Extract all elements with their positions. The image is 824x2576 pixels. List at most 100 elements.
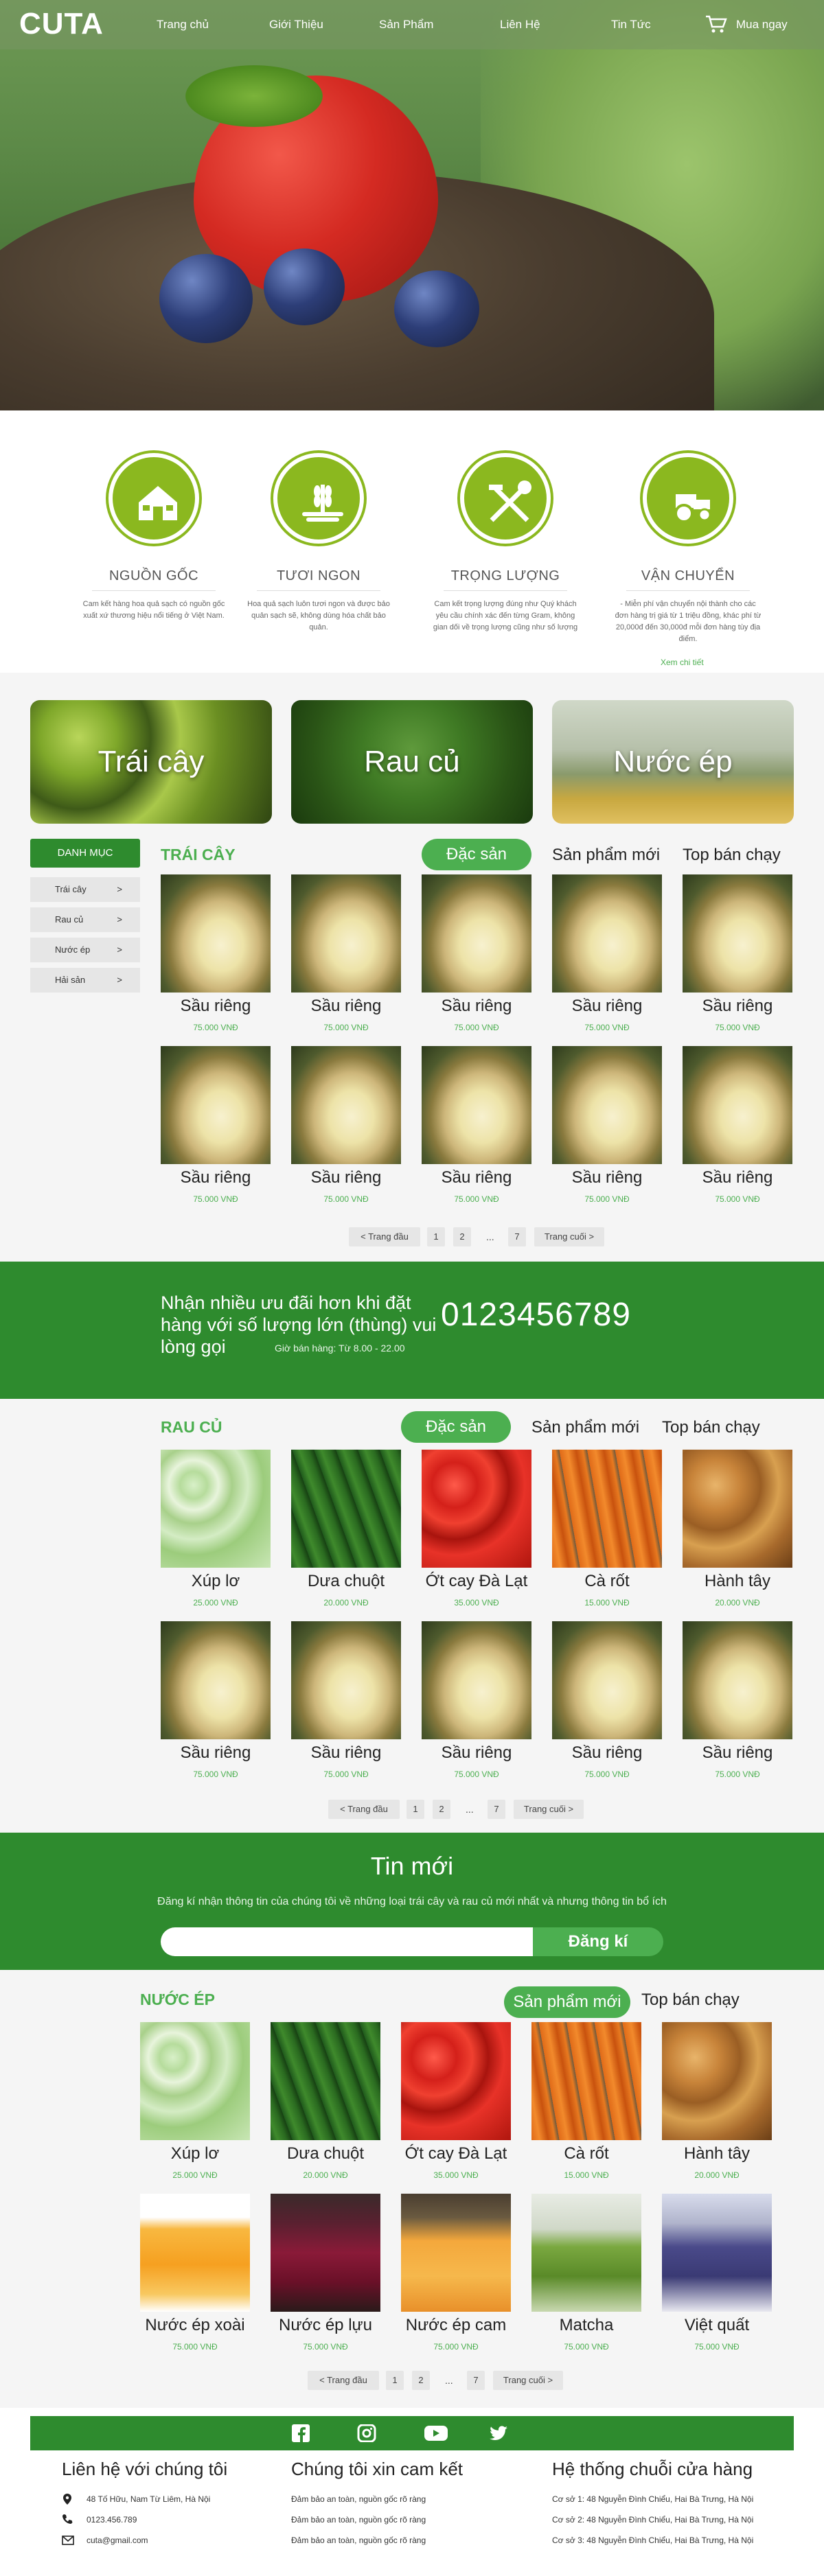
site-logo[interactable]: CUTA (19, 7, 104, 41)
product-image[interactable] (422, 874, 531, 993)
product-image[interactable] (552, 874, 662, 993)
product-image[interactable] (552, 1046, 662, 1164)
product-name[interactable]: Xúp lơ (140, 2144, 250, 2163)
product-image[interactable] (140, 2194, 250, 2312)
pagination-first[interactable]: < Trang đầu (328, 1800, 400, 1819)
product-name[interactable]: Cà rốt (552, 1572, 662, 1591)
tab-best-sellers[interactable]: Top bán chạy (662, 1418, 760, 1437)
product-name[interactable]: Sầu riêng (291, 1743, 401, 1763)
product-image[interactable] (683, 1450, 792, 1568)
product-name[interactable]: Hành tây (683, 1572, 792, 1591)
footer-email[interactable]: cuta@gmail.com (87, 2536, 148, 2545)
product-name[interactable]: Sầu riêng (161, 997, 271, 1016)
product-image[interactable] (683, 1046, 792, 1164)
product-image[interactable] (683, 1621, 792, 1739)
banner-fruit[interactable]: Trái cây (30, 700, 272, 824)
product-image[interactable] (291, 1046, 401, 1164)
pagination-page-7[interactable]: 7 (488, 1800, 505, 1819)
product-image[interactable] (161, 874, 271, 993)
product-name[interactable]: Nước ép lựu (271, 2316, 380, 2335)
product-image[interactable] (140, 2022, 250, 2140)
product-image[interactable] (161, 1621, 271, 1739)
pagination-last[interactable]: Trang cuối > (493, 2371, 563, 2390)
product-name[interactable]: Sầu riêng (683, 1743, 792, 1763)
product-name[interactable]: Xúp lơ (161, 1572, 271, 1591)
nav-about[interactable]: Giới Thiệu (269, 18, 323, 32)
nav-news[interactable]: Tin Tức (611, 18, 651, 32)
pagination-page-2[interactable]: 2 (453, 1227, 471, 1246)
instagram-icon[interactable] (357, 2424, 376, 2443)
see-more-link[interactable]: Xem chi tiết (661, 658, 704, 667)
product-name[interactable]: Sầu riêng (552, 997, 662, 1016)
category-item-vegetables[interactable]: Rau củ > (30, 907, 140, 932)
product-image[interactable] (271, 2194, 380, 2312)
pagination-page-2[interactable]: 2 (412, 2371, 430, 2390)
product-image[interactable] (531, 2022, 641, 2140)
product-image[interactable] (422, 1621, 531, 1739)
product-name[interactable]: Sầu riêng (161, 1743, 271, 1763)
pagination-page-1[interactable]: 1 (407, 1800, 424, 1819)
promo-phone[interactable]: 0123456789 (441, 1296, 631, 1334)
tab-specialty[interactable]: Đặc sản (422, 839, 531, 870)
product-name[interactable]: Hành tây (662, 2144, 772, 2163)
pagination-last[interactable]: Trang cuối > (514, 1800, 584, 1819)
product-name[interactable]: Sầu riêng (422, 1168, 531, 1187)
pagination-last[interactable]: Trang cuối > (534, 1227, 604, 1246)
pagination-first[interactable]: < Trang đầu (308, 2371, 379, 2390)
pagination-page-1[interactable]: 1 (386, 2371, 404, 2390)
pagination-page-2[interactable]: 2 (433, 1800, 450, 1819)
nav-home[interactable]: Trang chủ (157, 18, 209, 32)
twitter-icon[interactable] (489, 2424, 508, 2442)
category-item-seafood[interactable]: Hải sản > (30, 968, 140, 993)
product-name[interactable]: Sầu riêng (291, 1168, 401, 1187)
product-name[interactable]: Cà rốt (531, 2144, 641, 2163)
product-name[interactable]: Sầu riêng (683, 997, 792, 1016)
footer-store[interactable]: Cơ sở 3: 48 Nguyễn Đình Chiểu, Hai Bà Tr… (552, 2536, 753, 2545)
product-name[interactable]: Matcha (531, 2316, 641, 2335)
category-item-juice[interactable]: Nước ép > (30, 938, 140, 962)
product-image[interactable] (662, 2194, 772, 2312)
product-image[interactable] (683, 874, 792, 993)
buy-now-link[interactable]: Mua ngay (736, 18, 788, 32)
product-image[interactable] (161, 1450, 271, 1568)
product-image[interactable] (422, 1450, 531, 1568)
subscribe-button[interactable]: Đăng kí (533, 1927, 663, 1956)
product-name[interactable]: Việt quất (662, 2316, 772, 2335)
product-name[interactable]: Sầu riêng (422, 997, 531, 1016)
tab-specialty[interactable]: Đặc sản (401, 1411, 511, 1443)
product-name[interactable]: Ớt cay Đà Lạt (401, 2144, 511, 2163)
tab-best-sellers[interactable]: Top bán chạy (641, 1991, 740, 2010)
nav-contact[interactable]: Liên Hệ (500, 18, 540, 32)
product-name[interactable]: Nước ép cam (401, 2316, 511, 2335)
tab-new-products[interactable]: Sản phẩm mới (504, 1986, 630, 2018)
product-name[interactable]: Sầu riêng (552, 1743, 662, 1763)
footer-store[interactable]: Cơ sở 2: 48 Nguyễn Đình Chiểu, Hai Bà Tr… (552, 2515, 753, 2525)
product-name[interactable]: Sầu riêng (161, 1168, 271, 1187)
pagination-page-7[interactable]: 7 (467, 2371, 485, 2390)
product-image[interactable] (291, 874, 401, 993)
banner-juice[interactable]: Nước ép (552, 700, 794, 824)
product-name[interactable]: Sầu riêng (422, 1743, 531, 1763)
newsletter-email-input[interactable] (161, 1927, 534, 1956)
product-name[interactable]: Ớt cay Đà Lạt (422, 1572, 531, 1591)
youtube-icon[interactable] (424, 2424, 448, 2442)
tab-new-products[interactable]: Sản phẩm mới (531, 1418, 639, 1437)
product-image[interactable] (291, 1450, 401, 1568)
pagination-first[interactable]: < Trang đầu (349, 1227, 420, 1246)
product-name[interactable]: Sầu riêng (291, 997, 401, 1016)
product-image[interactable] (161, 1046, 271, 1164)
tab-new-products[interactable]: Sản phẩm mới (552, 846, 660, 865)
cart-icon[interactable] (705, 14, 728, 34)
product-name[interactable]: Dưa chuột (291, 1572, 401, 1591)
product-image[interactable] (422, 1046, 531, 1164)
product-image[interactable] (401, 2022, 511, 2140)
product-image[interactable] (291, 1621, 401, 1739)
pagination-page-7[interactable]: 7 (508, 1227, 526, 1246)
product-name[interactable]: Dưa chuột (271, 2144, 380, 2163)
facebook-icon[interactable] (291, 2424, 310, 2442)
nav-products[interactable]: Sản Phẩm (379, 18, 433, 32)
product-image[interactable] (531, 2194, 641, 2312)
product-name[interactable]: Sầu riêng (552, 1168, 662, 1187)
tab-best-sellers[interactable]: Top bán chạy (683, 846, 781, 865)
product-image[interactable] (271, 2022, 380, 2140)
